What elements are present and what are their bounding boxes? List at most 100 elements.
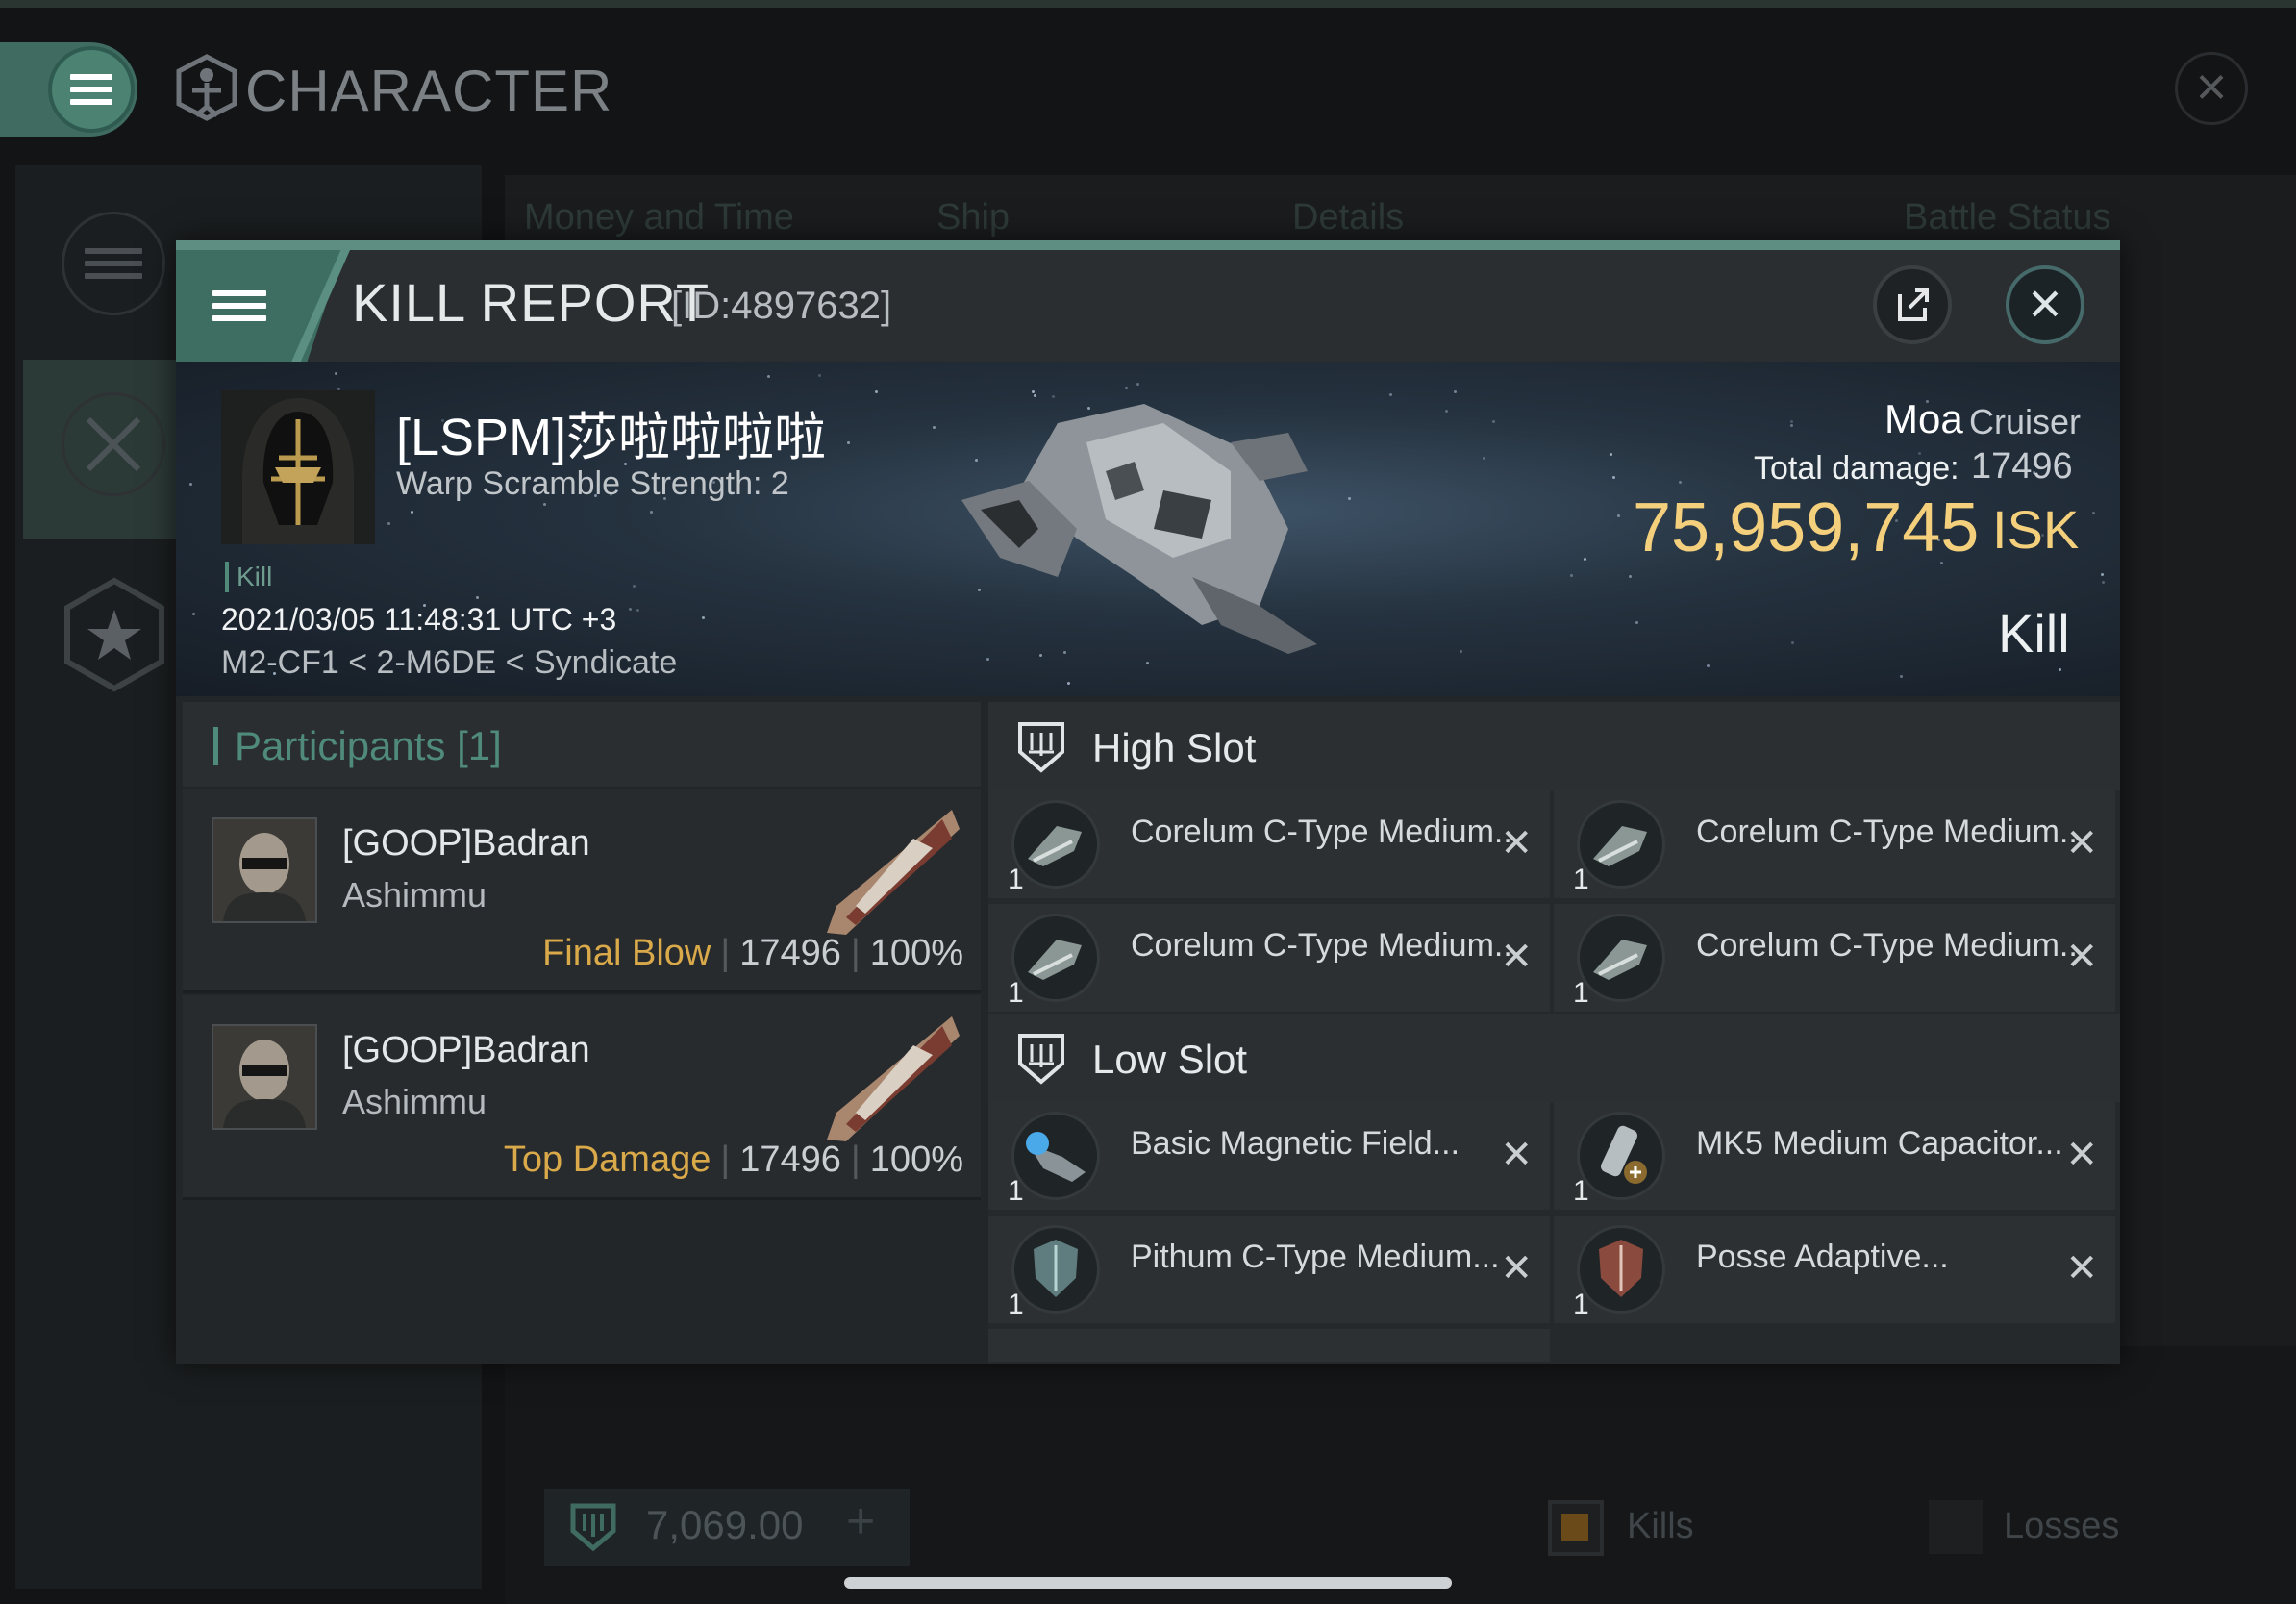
tab-details[interactable]: Details (1292, 197, 1404, 238)
wallet-icon (570, 1503, 616, 1552)
module-remove-icon[interactable]: ✕ (2065, 821, 2098, 865)
module-item[interactable]: 1 Posse Adaptive... ✕ (1554, 1216, 2115, 1323)
star (701, 615, 705, 619)
kill-report-title: KILL REPORT (352, 272, 711, 333)
character-close-button[interactable]: × (2175, 52, 2248, 125)
kills-filter-label: Kills (1627, 1506, 1694, 1546)
add-isk-button[interactable]: + (846, 1492, 875, 1550)
total-damage-value: 17496 (1971, 446, 2073, 487)
wallet-value: 7,069.00 (646, 1502, 804, 1547)
share-button[interactable] (1873, 265, 1952, 344)
tab-battle-status[interactable]: Battle Status (1904, 197, 2110, 238)
star (1066, 681, 1070, 685)
main-menu-button[interactable] (48, 46, 135, 133)
module-item[interactable]: 1 MK5 Medium Capacitor... ✕ (1554, 1102, 2115, 1210)
kill-location[interactable]: M2-CF1 < 2-M6DE < Syndicate (221, 644, 677, 682)
module-quantity: 1 (1573, 1289, 1589, 1320)
ashimmu-ship-icon (827, 810, 960, 935)
character-icon (176, 54, 237, 121)
module-remove-icon[interactable]: ✕ (2065, 1246, 2098, 1291)
module-item[interactable]: 1 Corelum C-Type Medium... ✕ (988, 904, 1550, 1012)
module-name: Corelum C-Type Medium... (1131, 927, 1522, 964)
star (1460, 649, 1463, 653)
star (1583, 558, 1586, 562)
module-quantity: 1 (1008, 1289, 1024, 1320)
star (874, 390, 878, 394)
close-icon[interactable]: × (2006, 265, 2084, 344)
participant-ship: Ashimmu (342, 875, 487, 915)
participants-accent-bar (213, 727, 218, 765)
star (1789, 423, 1793, 427)
turret-icon (1011, 914, 1100, 1002)
star (1609, 452, 1612, 456)
participant-row[interactable]: [GOOP]Badran Ashimmu Top Damage | 17496 | 10… (183, 995, 981, 1200)
ship-name[interactable]: Moa (1884, 396, 1963, 442)
participant-damage: 17496 (739, 933, 841, 973)
module-name: Corelum C-Type Medium... (1131, 814, 1522, 850)
participant-damage: 17496 (739, 1140, 841, 1180)
module-item[interactable]: 1 Corelum C-Type Medium... ✕ (1554, 904, 2115, 1012)
star (1629, 574, 1633, 578)
star (2100, 572, 2104, 576)
external-link-icon (1898, 288, 1929, 321)
participant-percent: 100% (869, 1140, 963, 1180)
participant-stats: Top Damage | 17496 | 100% (503, 1140, 963, 1180)
module-name: Basic Magnetic Field... (1131, 1125, 1460, 1162)
module-quantity: 1 (1008, 977, 1024, 1009)
module-item[interactable]: 1 Pithum C-Type Medium... ✕ (988, 1216, 1550, 1323)
moa-ship-render (961, 404, 1317, 654)
armor-plate-icon (1011, 1225, 1100, 1314)
losses-checkbox[interactable] (1929, 1500, 1983, 1554)
kill-report-id: [ID:4897632] (671, 285, 892, 327)
sidebar-list-icon[interactable] (62, 212, 165, 315)
star (1790, 640, 1794, 644)
isk-value: 75,959,745 (1633, 489, 1980, 566)
isk-unit: ISK (1992, 499, 2080, 560)
module-name: Posse Adaptive... (1696, 1239, 1949, 1275)
participant-portrait (212, 817, 317, 923)
participant-role: Top Damage (503, 1140, 711, 1180)
total-damage-label: Total damage: (1754, 450, 1959, 487)
kill-timestamp: 2021/03/05 11:48:31 UTC +3 (221, 602, 617, 637)
module-name: Pithum C-Type Medium... (1131, 1239, 1500, 1275)
module-item[interactable]: 1 Corelum C-Type Medium... ✕ (1554, 790, 2115, 898)
kills-checkbox-fill (1561, 1514, 1588, 1541)
character-window-title: CHARACTER (245, 59, 613, 123)
participant-percent: 100% (869, 933, 963, 973)
module-remove-icon[interactable]: ✕ (1500, 1133, 1533, 1177)
module-quantity: 1 (1008, 864, 1024, 895)
victim-portrait[interactable] (221, 390, 375, 544)
high-slot-header: High Slot (988, 702, 2120, 790)
kill-status: Kill (1998, 603, 2070, 664)
module-remove-icon[interactable]: ✕ (1500, 821, 1533, 865)
module-remove-icon[interactable]: ✕ (1500, 935, 1533, 979)
participants-title: Participants [1] (235, 723, 502, 768)
module-item-partial[interactable] (988, 1329, 1550, 1362)
low-slot-icon (1018, 1034, 1064, 1085)
participant-row[interactable]: [GOOP]Badran Ashimmu Final Blow | 17496 | 10… (183, 789, 981, 993)
module-remove-icon[interactable]: ✕ (2065, 935, 2098, 979)
participant-role: Final Blow (542, 933, 711, 973)
module-remove-icon[interactable]: ✕ (1500, 1246, 1533, 1291)
sidebar-star-icon[interactable] (62, 577, 167, 692)
high-slot-icon (1018, 722, 1064, 773)
module-name: MK5 Medium Capacitor... (1696, 1125, 2063, 1162)
module-item[interactable]: 1 Basic Magnetic Field... ✕ (988, 1102, 1550, 1210)
star (1635, 621, 1638, 625)
low-slot-header: Low Slot (988, 1014, 2120, 1102)
star (1678, 480, 1682, 484)
participant-portrait (212, 1024, 317, 1130)
turret-icon (1011, 800, 1100, 889)
modal-accent-line (176, 240, 2120, 250)
ship-class: Cruiser (1969, 402, 2082, 441)
module-item[interactable]: 1 Corelum C-Type Medium... ✕ (988, 790, 1550, 898)
losses-filter-label: Losses (2004, 1506, 2120, 1546)
star (628, 607, 632, 611)
sidebar-combat-icon[interactable] (62, 392, 165, 496)
hamburger-icon (70, 74, 112, 105)
tab-money-and-time[interactable]: Money and Time (524, 197, 794, 238)
tab-ship[interactable]: Ship (936, 197, 1010, 238)
high-slot-title: High Slot (1092, 725, 1257, 770)
module-remove-icon[interactable]: ✕ (2065, 1133, 2098, 1177)
low-slot-title: Low Slot (1092, 1037, 1248, 1082)
